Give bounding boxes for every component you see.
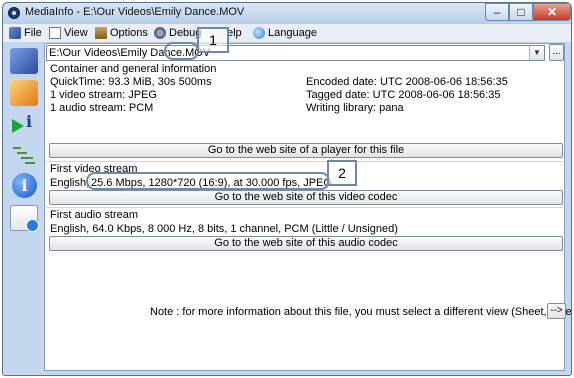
text-view-icon[interactable] [10,143,38,169]
player-website-button[interactable]: Go to the web site of a player for this … [49,143,563,158]
options-icon [95,27,107,39]
app-icon [8,7,20,19]
minimize-button[interactable]: – [485,3,509,21]
writing-library: Writing library: pana [306,102,404,114]
menu-options[interactable]: Options [95,26,148,40]
title-bar: MediaInfo - E:\Our Videos\Emily Dance.MO… [3,3,571,24]
window-title: MediaInfo - E:\Our Videos\Emily Dance.MO… [25,6,245,18]
view-icon [49,27,61,39]
video-codec-website-button[interactable]: Go to the web site of this video codec [49,190,563,205]
menu-bar: File View Options Debug elp Language [3,24,571,43]
close-button[interactable]: ✕ [533,3,571,21]
general-format: QuickTime: 93.3 MiB, 30s 500ms [50,76,212,88]
mediainfo-window: MediaInfo - E:\Our Videos\Emily Dance.MO… [2,2,572,376]
browse-button[interactable]: ... [549,44,564,61]
video-language: English, [50,177,90,189]
encoded-date: Encoded date: UTC 2008-06-06 18:56:35 [306,76,508,88]
audio-header: First audio stream [50,209,139,221]
tree-view-icon[interactable]: i [10,111,38,137]
general-header: Container and general information [50,63,217,75]
next-view-button[interactable]: --> [547,303,566,319]
tagged-date: Tagged date: UTC 2008-06-06 18:56:35 [306,89,501,101]
file-icon [9,27,21,39]
general-video-count: 1 video stream: JPEG [50,89,157,101]
callout-2: 2 [327,160,357,186]
maximize-button[interactable]: □ [509,3,533,21]
menu-help-label: elp [227,27,242,39]
menu-file[interactable]: File [9,26,42,40]
dropdown-arrow-icon[interactable]: ▼ [529,46,544,60]
info-panel: E:\Our Videos\Emily Dance.MOV ▼ ... Cont… [44,43,571,371]
menu-view[interactable]: View [49,26,88,40]
menu-view-label: View [64,27,88,39]
highlight-ring [164,42,199,60]
view-sidebar: i i [7,43,41,371]
file-selector[interactable]: E:\Our Videos\Emily Dance.MOV ▼ [46,45,545,61]
export-icon[interactable] [10,205,39,232]
debug-icon [154,27,166,39]
menu-options-label: Options [110,27,148,39]
menu-debug[interactable]: Debug [154,26,201,40]
section-divider [46,161,563,162]
audio-details: English, 64.0 Kbps, 8 000 Hz, 8 bits, 1 … [50,223,398,235]
general-audio-count: 1 audio stream: PCM [50,102,154,114]
menu-file-label: File [24,27,42,39]
audio-codec-website-button[interactable]: Go to the web site of this audio codec [49,236,563,251]
language-icon [253,27,265,39]
basic-view-icon[interactable] [10,48,38,74]
menu-language-label: Language [268,27,317,39]
callout-1: 1 [197,27,229,53]
sheet-view-icon[interactable] [10,80,38,106]
menu-language[interactable]: Language [253,26,317,40]
highlight-ring [86,172,330,190]
section-divider [46,207,563,208]
note-text: Note : for more information about this f… [150,306,572,318]
menu-help[interactable]: elp [227,26,242,40]
info-icon[interactable]: i [12,173,37,198]
